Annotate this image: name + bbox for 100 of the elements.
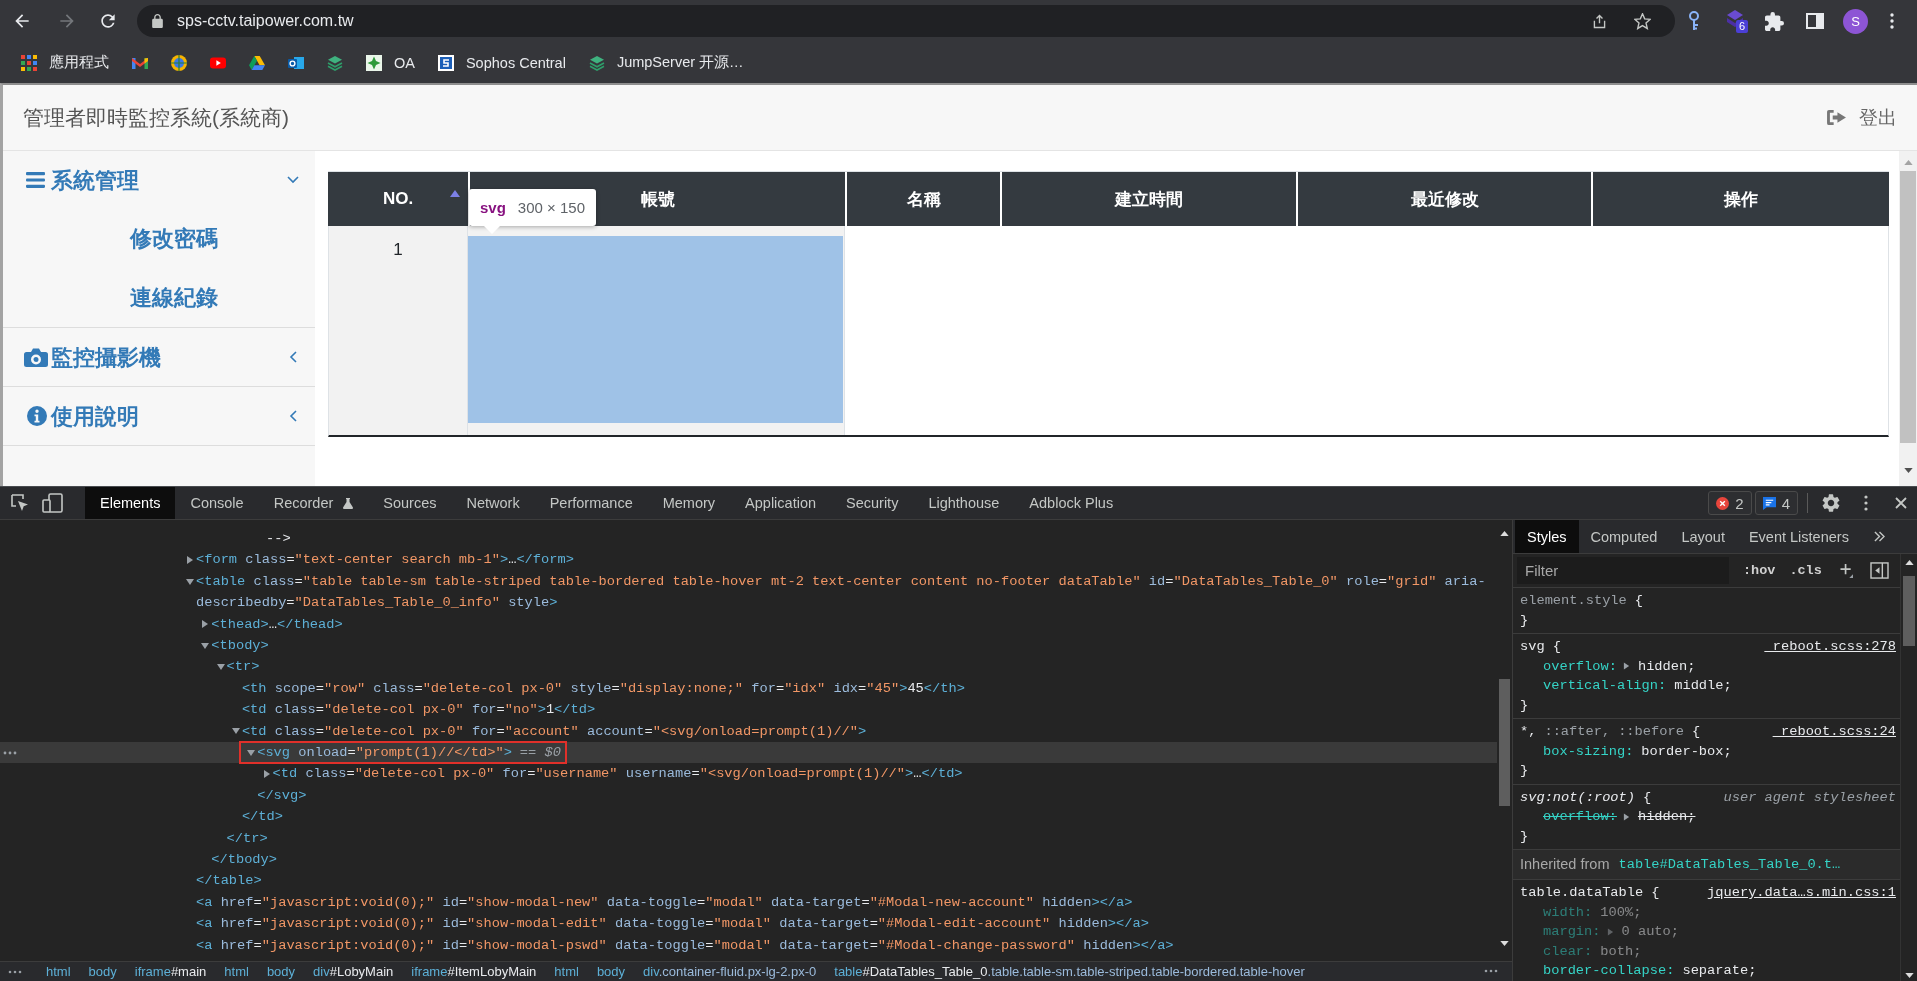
round-logo-icon[interactable]	[171, 54, 187, 71]
sidebar-toggle-icon[interactable]	[1869, 562, 1889, 579]
devtools-tab[interactable]: Recorder	[258, 487, 369, 519]
devtools-tab[interactable]: Elements	[85, 487, 176, 519]
closing-tag[interactable]: </td>	[241, 806, 1497, 828]
source-link[interactable]: _reboot.scss:278	[1764, 637, 1896, 657]
profile-avatar[interactable]: S	[1843, 8, 1868, 34]
scrollbar-thumb[interactable]	[1499, 679, 1510, 806]
disclosure-triangle-icon[interactable]	[231, 727, 240, 736]
triangle-logo-icon[interactable]	[249, 54, 265, 71]
devtools-tab[interactable]: Security	[831, 487, 914, 519]
column-header[interactable]: 操作	[1591, 172, 1889, 226]
sidebar-item[interactable]: 系統管理	[3, 151, 315, 209]
dom-node-text[interactable]: <form class="text-center search mb-1">…</form>	[196, 549, 1497, 571]
ellipsis-icon[interactable]	[3, 751, 17, 756]
devtools-tab[interactable]: Application	[730, 487, 831, 519]
dom-node-text[interactable]: <td class="delete-col px-0" for="username" username="<svg/onload=prompt(1)//">…</td>	[272, 763, 1497, 785]
closing-tag[interactable]: </svg>	[257, 784, 1497, 807]
dom-node-text[interactable]: <svg onload="prompt(1)//</td>"> == $0	[257, 742, 561, 764]
bookmark-button[interactable]: Sophos Central	[437, 54, 566, 71]
breadcrumb-item[interactable]: html	[46, 963, 71, 980]
down-triangle-icon[interactable]	[1500, 941, 1509, 946]
disclosure-triangle-icon[interactable]	[216, 663, 225, 672]
error-count-button[interactable]: 2	[1708, 491, 1752, 515]
mail-logo-icon[interactable]	[288, 54, 304, 71]
devtools-tab[interactable]: Console	[175, 487, 259, 519]
scrollbar-thumb[interactable]	[1903, 576, 1915, 646]
disclosure-triangle-icon[interactable]	[201, 641, 210, 650]
dom-node-text[interactable]: <a href="javascript:void(0);" id="show-modal-pswd" data-toggle="modal" data-target="#Modal-change-password" hidden></a>	[196, 934, 1497, 957]
closing-tag[interactable]: </tbody>	[211, 849, 1497, 871]
breadcrumb-item[interactable]: body	[596, 963, 626, 980]
source-link[interactable]: _reboot.scss:24	[1772, 722, 1896, 742]
breadcrumb-item[interactable]: html	[554, 963, 579, 980]
disclosure-triangle-icon[interactable]	[262, 770, 271, 779]
address-field[interactable]: sps-cctv.taipower.com.tw	[137, 5, 1675, 37]
source-link[interactable]: jquery.data…s.min.css:1	[1707, 883, 1896, 903]
bookmark-button[interactable]: 應用程式	[21, 53, 109, 72]
side-panel-icon[interactable]	[1806, 13, 1824, 29]
sidebar-subitem[interactable]: 修改密碼	[3, 209, 315, 268]
disclosure-triangle-icon[interactable]	[1622, 812, 1630, 821]
dom-node-text[interactable]: <tbody>	[211, 635, 1497, 657]
disclosure-triangle-icon[interactable]	[186, 556, 194, 565]
scrollbar[interactable]	[1900, 554, 1917, 981]
ellipsis-icon[interactable]	[1484, 969, 1498, 973]
dom-node-text[interactable]: <td class="delete-col px-0" for="no">1</td>	[241, 699, 1497, 721]
disclosure-triangle-icon[interactable]	[201, 620, 210, 629]
sidebar-subitem[interactable]: 連線紀錄	[3, 268, 315, 327]
key-icon[interactable]	[1688, 11, 1700, 31]
bookmark-button[interactable]: OA	[366, 54, 415, 71]
column-header[interactable]: 建立時間	[1000, 172, 1296, 226]
share-icon[interactable]	[1591, 12, 1608, 30]
dom-node-text[interactable]: <tr>	[226, 656, 1497, 678]
dom-node-text[interactable]: <table class="table table-sm table-striped table-bordered table-hover mt-2 text-center content no-footer dataTable" id="DataTables_Table_0" role="grid" aria-describedby="DataTables_Table_0_info" style>	[196, 570, 1497, 614]
scrollbar[interactable]	[1899, 151, 1917, 486]
breadcrumb-item[interactable]: div#LobyMain	[313, 963, 394, 980]
class-toggle-button[interactable]: .cls	[1789, 563, 1822, 578]
kebab-menu-icon[interactable]	[1890, 13, 1894, 29]
breadcrumb-item[interactable]: body	[88, 963, 117, 980]
dom-node-text[interactable]: <thead>…</thead>	[211, 613, 1497, 636]
kebab-menu-icon[interactable]	[1864, 495, 1868, 511]
devtools-tab[interactable]: Lighthouse	[913, 487, 1015, 519]
column-header[interactable]: NO.	[328, 172, 468, 226]
double-chevron-icon[interactable]	[1873, 531, 1885, 542]
disclosure-triangle-icon[interactable]	[1622, 662, 1630, 671]
breadcrumb-item[interactable]: div.container-fluid.px-lg-2.px-0	[643, 963, 817, 980]
hover-state-button[interactable]: :hov	[1743, 563, 1776, 578]
breadcrumb-item[interactable]: iframe#main	[134, 963, 207, 980]
up-triangle-icon[interactable]	[1904, 560, 1914, 565]
devtools-tab[interactable]: Network	[451, 487, 535, 519]
styles-tab[interactable]: Styles	[1515, 520, 1579, 553]
sidebar-item[interactable]: 使用說明	[3, 387, 315, 445]
bookmark-button[interactable]: JumpServer 开源…	[588, 53, 744, 72]
styles-tab[interactable]: Layout	[1669, 520, 1737, 553]
dom-node-text[interactable]: <th scope="row" class="delete-col px-0" style="display:none;" for="idx" idx="45">45</th>	[241, 677, 1497, 700]
inspect-icon[interactable]	[11, 494, 29, 512]
sidebar-item[interactable]: 監控攝影機	[3, 328, 315, 386]
devtools-tab[interactable]: Adblock Plus	[1014, 487, 1129, 519]
scrollbar-thumb[interactable]	[1900, 171, 1916, 443]
close-icon[interactable]	[1895, 497, 1907, 509]
down-triangle-icon[interactable]	[1903, 468, 1913, 473]
selected-node-row[interactable]: <svg onload="prompt(1)//</td>"> == $0	[0, 742, 1497, 764]
breadcrumb-item[interactable]: iframe#ItemLobyMain	[411, 963, 537, 980]
dom-node-text[interactable]: <td class="delete-col px-0" for="account" account="<svg/onload=prompt(1)//">	[241, 720, 1497, 743]
puzzle-icon[interactable]	[1765, 11, 1784, 31]
breadcrumb-item[interactable]: body	[266, 963, 296, 980]
message-count-button[interactable]: 4	[1754, 491, 1798, 515]
disclosure-triangle-icon[interactable]	[1606, 927, 1614, 936]
closing-tag[interactable]: </table>	[196, 870, 1497, 892]
down-triangle-icon[interactable]	[1904, 973, 1914, 978]
plus-icon[interactable]	[1839, 563, 1853, 578]
star-icon[interactable]	[1634, 12, 1651, 30]
column-header[interactable]: 名稱	[845, 172, 1000, 226]
disclosure-triangle-icon[interactable]	[186, 577, 194, 586]
dom-node-text[interactable]: <a href="javascript:void(0);" id="show-modal-edit" data-toggle="modal" data-target="#Modal-edit-account" hidden></a>	[196, 913, 1497, 935]
devtools-tab[interactable]: Performance	[534, 487, 648, 519]
inherited-target-link[interactable]: table#DataTables_Table_0.t…	[1618, 854, 1841, 875]
layers-icon[interactable]	[327, 54, 343, 71]
column-header[interactable]: 最近修改	[1296, 172, 1591, 226]
filter-field[interactable]: Filter	[1517, 557, 1729, 584]
disclosure-triangle-icon[interactable]	[247, 748, 256, 757]
